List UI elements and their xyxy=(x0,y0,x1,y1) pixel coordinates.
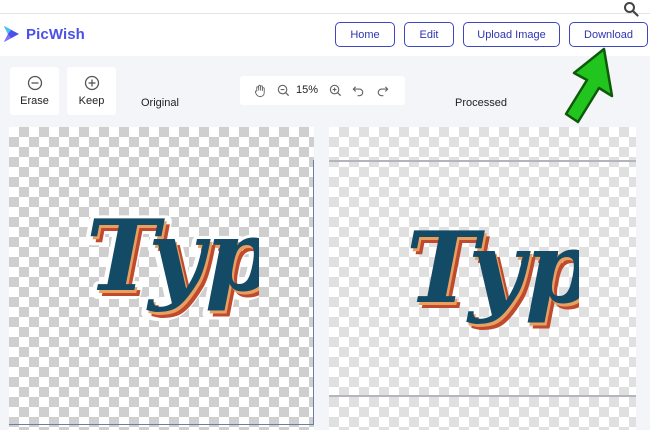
minus-circle-icon xyxy=(27,75,42,91)
type-artwork-original: Type Type Type Type xyxy=(84,196,259,323)
home-button[interactable]: Home xyxy=(335,22,395,47)
download-button[interactable]: Download xyxy=(569,22,648,47)
plus-circle-icon xyxy=(84,75,99,91)
type-artwork-processed: Type Type Type xyxy=(406,211,579,332)
original-label: Original xyxy=(141,97,179,109)
app-logo[interactable]: PicWish xyxy=(2,24,85,44)
zoom-in-icon[interactable] xyxy=(328,83,343,98)
green-arrow-icon xyxy=(564,47,614,124)
hand-pan-icon[interactable] xyxy=(253,83,268,98)
original-image-pane[interactable]: Type Type Type Type xyxy=(9,127,314,430)
search-icon[interactable] xyxy=(623,1,639,17)
redo-icon[interactable] xyxy=(375,83,390,98)
frame-top-line xyxy=(329,160,636,162)
erase-label: Erase xyxy=(20,95,49,107)
picwish-logo-icon xyxy=(4,26,19,42)
type-text-fill: Type xyxy=(406,211,579,326)
top-divider xyxy=(0,13,650,14)
app-name: PicWish xyxy=(26,25,85,43)
erase-tool[interactable]: Erase xyxy=(10,67,59,115)
undo-icon[interactable] xyxy=(351,83,366,98)
zoom-out-icon[interactable] xyxy=(276,83,291,98)
keep-tool[interactable]: Keep xyxy=(67,67,116,115)
top-bar: PicWish Home Edit Upload Image Download xyxy=(0,0,650,56)
edit-button[interactable]: Edit xyxy=(404,22,454,47)
type-text-fill: Type xyxy=(86,199,259,314)
zoom-level: 15% xyxy=(296,84,319,96)
processed-image-pane[interactable]: Type Type Type xyxy=(329,127,636,430)
keep-label: Keep xyxy=(78,95,105,107)
upload-image-button[interactable]: Upload Image xyxy=(463,22,560,47)
processed-label: Processed xyxy=(455,97,507,109)
